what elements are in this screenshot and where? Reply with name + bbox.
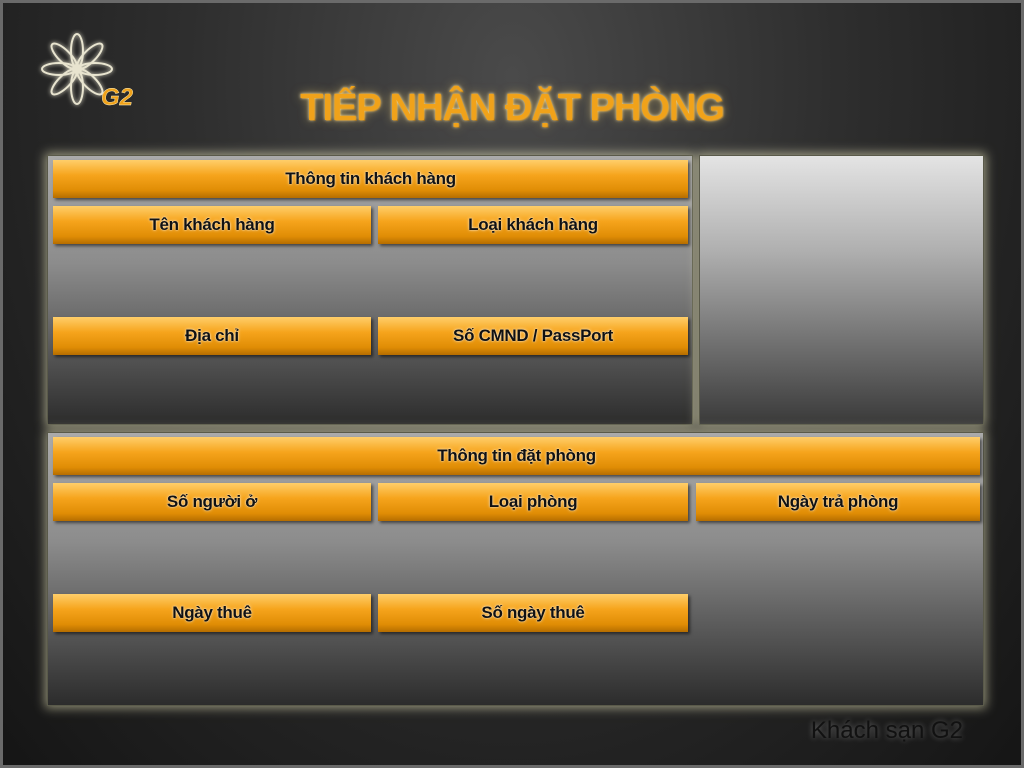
- customer-name-label: Tên khách hàng: [53, 206, 371, 244]
- page-title: TIẾP NHẬN ĐẶT PHÒNG: [300, 87, 725, 129]
- rent-date-label: Ngày thuê: [53, 594, 371, 632]
- booking-info-header: Thông tin đặt phòng: [53, 437, 980, 475]
- hotel-name-footer: Khách sạn G2: [810, 717, 963, 744]
- rent-days-label: Số ngày thuê: [378, 594, 688, 632]
- guest-count-label: Số người ở: [53, 483, 371, 521]
- room-type-label: Loại phòng: [378, 483, 688, 521]
- customer-info-panel: Thông tin khách hàng Tên khách hàng Loại…: [47, 155, 693, 425]
- checkout-date-label: Ngày trả phòng: [696, 483, 980, 521]
- id-number-label: Số CMND / PassPort: [378, 317, 688, 355]
- booking-info-panel: Thông tin đặt phòng Số người ở Loại phòn…: [47, 432, 984, 706]
- customer-info-header: Thông tin khách hàng: [53, 160, 688, 198]
- customer-photo-panel: [699, 155, 984, 425]
- address-label: Địa chỉ: [53, 317, 371, 355]
- customer-type-label: Loại khách hàng: [378, 206, 688, 244]
